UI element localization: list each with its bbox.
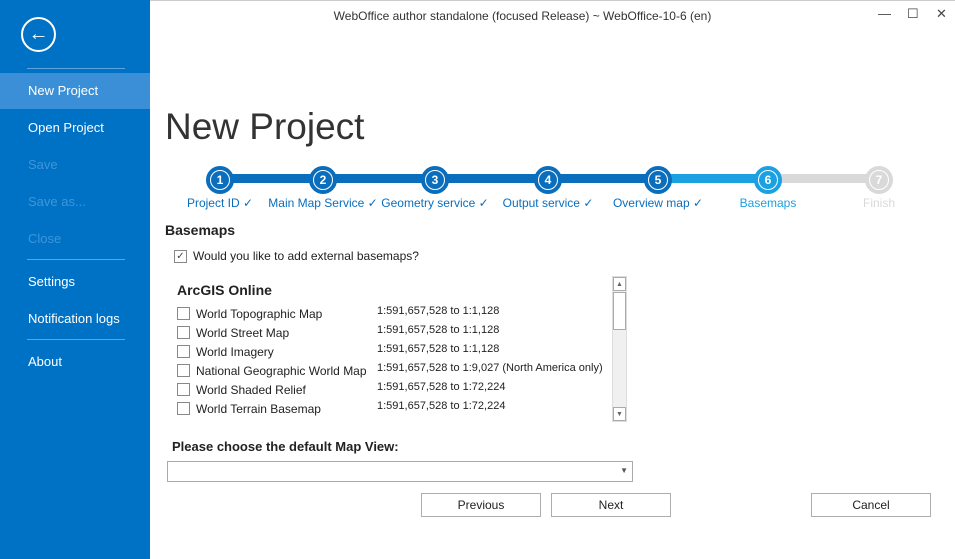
basemap-name: World Terrain Basemap [196, 402, 321, 416]
checkbox[interactable] [177, 345, 190, 358]
step-7-label: Finish [862, 196, 896, 210]
step-connector [548, 174, 658, 183]
divider [27, 339, 125, 340]
step-6-label[interactable]: Basemaps [740, 196, 797, 210]
checkbox[interactable] [177, 383, 190, 396]
step-connector [768, 174, 879, 183]
page-title: New Project [165, 106, 365, 147]
next-button[interactable]: Next [551, 493, 671, 517]
step-number: 5 [649, 171, 667, 189]
basemap-scale: 1:591,657,528 to 1:9,027 (North America … [377, 362, 603, 374]
group-heading: ArcGIS Online [177, 282, 272, 298]
step-1-label[interactable]: Project ID ✓ [187, 196, 253, 210]
basemap-row[interactable]: World Topographic Map 1:591,657,528 to 1:… [177, 304, 607, 323]
step-connector [220, 174, 323, 183]
chevron-down-icon: ▼ [620, 466, 628, 475]
basemap-list: ArcGIS Online World Topographic Map 1:591… [167, 276, 627, 423]
checkbox[interactable]: ✓ [174, 250, 187, 264]
divider [27, 68, 125, 69]
map-view-label: Please choose the default Map View: [172, 439, 399, 454]
sidebar-item-close: Close [28, 231, 62, 246]
checkbox[interactable] [177, 326, 190, 339]
step-number: 4 [539, 171, 557, 189]
scrollbar[interactable]: ▲ ▼ [612, 276, 627, 422]
step-4-label[interactable]: Output service ✓ [503, 196, 594, 210]
sidebar-item-open-project[interactable]: Open Project [0, 110, 150, 146]
sidebar-item-notification-logs[interactable]: Notification logs [0, 301, 150, 337]
checkbox-label: Would you like to add external basemaps? [193, 249, 419, 263]
basemap-row[interactable]: World Shaded Relief 1:591,657,528 to 1:72… [177, 380, 607, 399]
scroll-down-button[interactable]: ▼ [613, 407, 626, 421]
step-connector [658, 174, 768, 183]
basemap-row[interactable]: National Geographic World Map 1:591,657,5… [177, 361, 607, 380]
add-basemaps-checkbox[interactable]: ✓ Would you like to add external basemaps… [174, 249, 419, 264]
checkbox[interactable] [177, 402, 190, 415]
minimize-button[interactable]: — [878, 6, 891, 21]
back-button[interactable]: ← [21, 17, 56, 52]
basemap-name: World Imagery [196, 345, 274, 359]
scroll-up-button[interactable]: ▲ [613, 277, 626, 291]
cancel-button[interactable]: Cancel [811, 493, 931, 517]
basemap-name: National Geographic World Map [196, 364, 367, 378]
step-4-circle: 4 [534, 166, 562, 194]
step-5-circle: 5 [644, 166, 672, 194]
checkbox[interactable] [177, 364, 190, 377]
sidebar-item-save: Save [28, 157, 58, 172]
basemap-scale: 1:591,657,528 to 1:72,224 [377, 381, 506, 393]
step-2-label[interactable]: Main Map Service ✓ [268, 196, 377, 210]
arrow-left-icon: ← [28, 23, 49, 45]
step-3-label[interactable]: Geometry service ✓ [381, 196, 488, 210]
window-title: WebOffice author standalone (focused Rel… [333, 9, 712, 23]
previous-button[interactable]: Previous [421, 493, 541, 517]
sidebar-item-save-as: Save as... [28, 194, 86, 209]
sidebar: ← New Project Open Project Save Save as.… [0, 0, 150, 559]
main-panel: WebOffice author standalone (focused Rel… [150, 0, 955, 559]
sidebar-item-new-project[interactable]: New Project [0, 73, 150, 109]
step-3-circle: 3 [421, 166, 449, 194]
basemap-name: World Topographic Map [196, 307, 323, 321]
step-number: 1 [211, 171, 229, 189]
step-connector [435, 174, 548, 183]
basemap-row[interactable]: World Imagery 1:591,657,528 to 1:1,128 [177, 342, 607, 361]
basemap-row[interactable]: World Terrain Basemap 1:591,657,528 to 1:… [177, 399, 607, 418]
step-number: 6 [759, 171, 777, 189]
step-2-circle: 2 [309, 166, 337, 194]
basemap-scale: 1:591,657,528 to 1:1,128 [377, 324, 500, 336]
basemap-scale: 1:591,657,528 to 1:1,128 [377, 343, 500, 355]
map-view-select[interactable]: ▼ [167, 461, 633, 482]
sidebar-item-settings[interactable]: Settings [0, 264, 150, 300]
basemap-scale: 1:591,657,528 to 1:1,128 [377, 305, 500, 317]
step-number: 7 [870, 171, 888, 189]
sidebar-item-about[interactable]: About [0, 344, 150, 380]
scroll-thumb[interactable] [613, 292, 626, 330]
step-7-circle: 7 [865, 166, 893, 194]
step-1-circle: 1 [206, 166, 234, 194]
divider [27, 259, 125, 260]
section-heading: Basemaps [165, 222, 236, 238]
close-button[interactable]: ✕ [936, 6, 947, 22]
step-6-circle: 6 [754, 166, 782, 194]
step-5-label[interactable]: Overview map ✓ [613, 196, 703, 210]
maximize-button[interactable]: ☐ [907, 6, 919, 22]
basemap-name: World Shaded Relief [196, 383, 306, 397]
checkbox[interactable] [177, 307, 190, 320]
basemap-name: World Street Map [196, 326, 290, 340]
step-number: 2 [314, 171, 332, 189]
basemap-row[interactable]: World Street Map 1:591,657,528 to 1:1,128 [177, 323, 607, 342]
step-number: 3 [426, 171, 444, 189]
step-connector [323, 174, 435, 183]
basemap-scale: 1:591,657,528 to 1:72,224 [377, 400, 506, 412]
